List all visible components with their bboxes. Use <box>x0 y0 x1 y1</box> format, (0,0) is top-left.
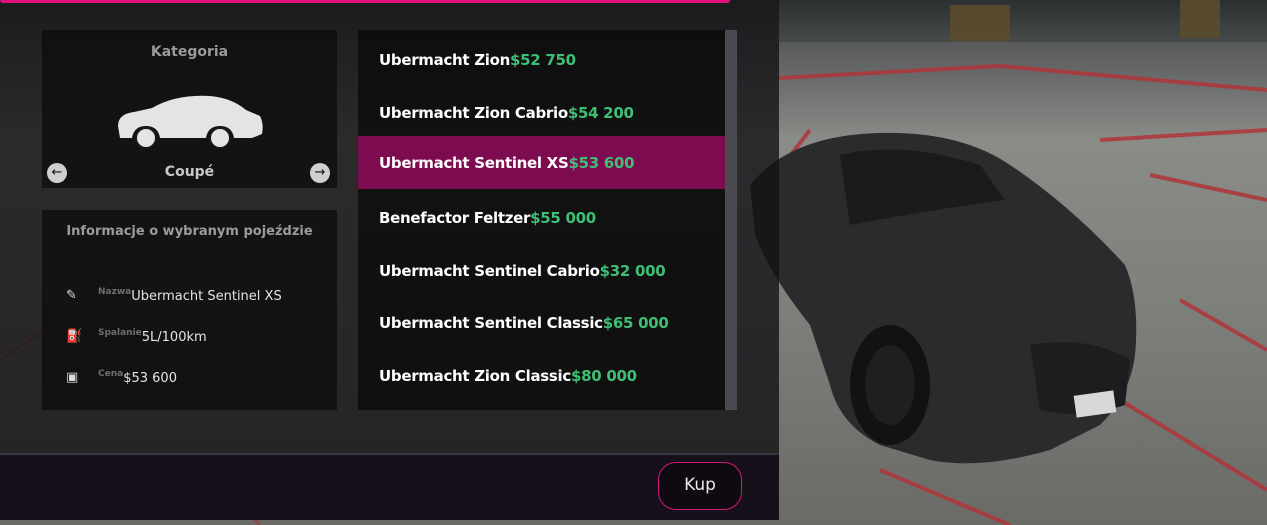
vehicle-name: Benefactor Feltzer <box>379 208 531 227</box>
info-value: 5L/100km <box>141 329 207 345</box>
vehicle-item[interactable]: Ubermacht Zion Cabrio $54 200 <box>358 86 725 139</box>
info-value: Ubermacht Sentinel XS <box>131 288 282 304</box>
vehicle-info-panel: Informacje o wybranym pojeździe ✎ Nazwa … <box>42 210 337 410</box>
info-title: Informacje o wybranym pojeździe <box>66 224 313 239</box>
vehicle-list: Ubermacht Zion $52 750 Ubermacht Zion Cab… <box>358 30 725 410</box>
info-label: Spalanie <box>98 328 142 338</box>
vehicle-price: $54 200 <box>567 103 634 122</box>
top-accent-bar <box>0 0 730 3</box>
info-label: Nazwa <box>98 287 132 297</box>
info-row-name: ✎ Nazwa Ubermacht Sentinel XS <box>66 286 282 306</box>
vehicle-price: $32 000 <box>599 261 666 280</box>
arrow-left-icon[interactable]: ← <box>47 163 67 183</box>
vehicle-item[interactable]: Ubermacht Zion Classic $80 000 <box>358 349 725 402</box>
vehicle-name: Ubermacht Zion Cabrio <box>379 103 568 122</box>
vehicle-price: $65 000 <box>602 313 669 332</box>
vehicle-item[interactable]: Ubermacht Sentinel Cabrio $32 000 <box>358 244 725 297</box>
info-value: $53 600 <box>123 370 177 386</box>
vehicle-item-selected[interactable]: Ubermacht Sentinel XS $53 600 <box>358 136 725 189</box>
edit-icon: ✎ <box>66 288 77 303</box>
vehicle-name: Ubermacht Sentinel XS <box>379 153 569 172</box>
vehicle-name: Ubermacht Sentinel Cabrio <box>379 261 600 280</box>
vehicle-name: Ubermacht Zion <box>379 50 511 69</box>
category-panel: Kategoria Coupé ← → <box>42 30 337 188</box>
vehicle-price: $53 600 <box>568 153 635 172</box>
category-title: Kategoria <box>150 44 229 60</box>
coupe-car-icon <box>118 95 263 148</box>
info-label: Cena <box>98 369 124 379</box>
vehicle-item[interactable]: Ubermacht Zion $52 750 <box>358 33 725 86</box>
money-icon: ▣ <box>66 370 79 385</box>
info-row-price: ▣ Cena $53 600 <box>66 368 177 388</box>
fuel-icon: ⛽ <box>66 329 83 344</box>
vehicle-item[interactable]: Ubermacht Sentinel Classic $65 000 <box>358 296 725 349</box>
arrow-right-icon[interactable]: → <box>310 163 330 183</box>
vehicle-price: $80 000 <box>571 366 637 385</box>
category-name: Coupé <box>164 164 215 180</box>
vehicle-price: $55 000 <box>530 208 596 227</box>
vehicle-price: $52 750 <box>510 50 576 69</box>
vehicle-item[interactable]: Benefactor Feltzer $55 000 <box>358 191 725 244</box>
vehicle-preview <box>750 132 1137 464</box>
vehicle-name: Ubermacht Sentinel Classic <box>379 313 603 332</box>
buy-button[interactable]: Kup <box>658 462 742 510</box>
list-scrollbar[interactable] <box>725 30 737 410</box>
vehicle-name: Ubermacht Zion Classic <box>379 366 571 385</box>
info-row-fuel: ⛽ Spalanie 5L/100km <box>66 327 207 347</box>
